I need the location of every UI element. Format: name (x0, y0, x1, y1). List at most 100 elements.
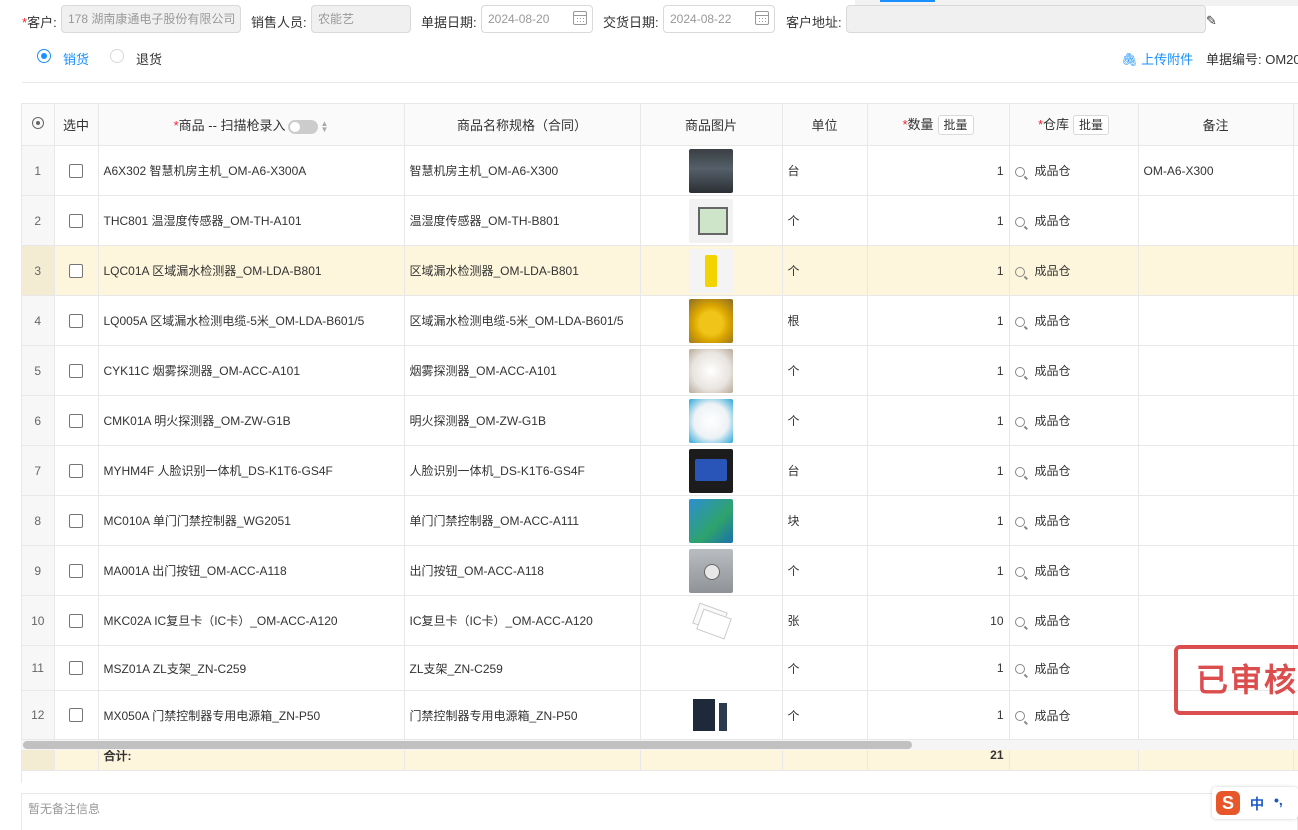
qty-cell[interactable]: 1 (867, 195, 1010, 246)
leak-detector-image[interactable] (689, 248, 733, 293)
unit-cell[interactable]: 个 (782, 690, 868, 740)
table-row[interactable]: 1 A6X302 智慧机房主机_OM-A6-X300A 智慧机房主机_OM-A6-X… (22, 145, 1298, 196)
spec-cell[interactable]: 烟雾探测器_OM-ACC-A101 (404, 345, 641, 396)
search-icon[interactable] (1014, 316, 1025, 327)
qty-cell[interactable]: 1 (867, 245, 1010, 296)
power-box-image[interactable] (689, 693, 733, 737)
ic-card-image[interactable] (689, 598, 733, 643)
qty-cell[interactable]: 1 (867, 690, 1010, 740)
qty-cell[interactable]: 1 (867, 445, 1010, 496)
remark-cell[interactable]: OM-A6-X300 (1138, 145, 1294, 196)
warehouse-cell[interactable]: 成品仓 (1009, 195, 1139, 246)
row-checkbox[interactable] (69, 313, 83, 328)
search-icon[interactable] (1014, 366, 1025, 377)
remark-cell[interactable] (1138, 495, 1294, 546)
address-field[interactable] (846, 5, 1206, 33)
unit-cell[interactable]: 张 (782, 595, 868, 646)
search-icon[interactable] (1014, 664, 1025, 675)
ime-mode[interactable]: 中 (1250, 794, 1264, 814)
row-checkbox[interactable] (69, 513, 83, 528)
table-row[interactable]: 5 CYK11C 烟雾探测器_OM-ACC-A101 烟雾探测器_OM-ACC-A1… (22, 345, 1298, 396)
qty-cell[interactable]: 1 (867, 495, 1010, 546)
qty-cell[interactable]: 1 (867, 395, 1010, 446)
controller-board-image[interactable] (689, 498, 733, 543)
customer-field[interactable]: 178 湖南康通电子股份有限公司 (61, 5, 241, 33)
remark-cell[interactable] (1138, 195, 1294, 246)
column-settings-icon[interactable] (22, 103, 55, 146)
unit-cell[interactable]: 台 (782, 145, 868, 196)
upload-attachment-link[interactable]: 🖇 上传附件 (1121, 49, 1193, 68)
table-row[interactable]: 4 LQ005A 区域漏水检测电缆-5米_OM-LDA-B601/5 区域漏水检测电… (22, 295, 1298, 346)
warehouse-cell[interactable]: 成品仓 (1009, 545, 1139, 596)
spec-cell[interactable]: 人脸识别一体机_DS-K1T6-GS4F (404, 445, 641, 496)
unit-cell[interactable]: 个 (782, 545, 868, 596)
product-cell[interactable]: CYK11C 烟雾探测器_OM-ACC-A101 (98, 345, 405, 396)
table-row[interactable]: 9 MA001A 出门按钮_OM-ACC-A118 出门按钮_OM-ACC-A118… (22, 545, 1298, 596)
warehouse-cell[interactable]: 成品仓 (1009, 690, 1139, 740)
qty-cell[interactable]: 1 (867, 145, 1010, 196)
search-icon[interactable] (1014, 466, 1025, 477)
qty-cell[interactable]: 1 (867, 295, 1010, 346)
sales-person-field[interactable]: 农能艺 (311, 5, 411, 33)
spec-cell[interactable]: 温湿度传感器_OM-TH-B801 (404, 195, 641, 246)
row-checkbox[interactable] (69, 708, 83, 723)
warehouse-cell[interactable]: 成品仓 (1009, 345, 1139, 396)
leak-cable-image[interactable] (689, 298, 733, 343)
delivery-date-field[interactable]: 2024-08-22 (663, 5, 775, 33)
table-row[interactable]: 6 CMK01A 明火探测器_OM-ZW-G1B 明火探测器_OM-ZW-G1B 个 1… (22, 395, 1298, 446)
table-row[interactable]: 10 MKC02A IC复旦卡（IC卡）_OM-ACC-A120 IC复旦卡（IC卡… (22, 595, 1298, 646)
spec-cell[interactable]: 明火探测器_OM-ZW-G1B (404, 395, 641, 446)
sale-radio[interactable] (37, 49, 51, 63)
search-icon[interactable] (1014, 616, 1025, 627)
unit-cell[interactable]: 个 (782, 195, 868, 246)
product-cell[interactable]: THC801 温湿度传感器_OM-TH-A101 (98, 195, 405, 246)
spec-cell[interactable]: 单门门禁控制器_OM-ACC-A111 (404, 495, 641, 546)
search-icon[interactable] (1014, 566, 1025, 577)
exit-button-image[interactable] (689, 548, 733, 593)
warehouse-cell[interactable]: 成品仓 (1009, 495, 1139, 546)
product-cell[interactable]: MC010A 单门门禁控制器_WG2051 (98, 495, 405, 546)
edit-icon[interactable]: ✎ (1206, 13, 1217, 29)
warehouse-cell[interactable]: 成品仓 (1009, 595, 1139, 646)
qty-cell[interactable]: 10 (867, 595, 1010, 646)
product-cell[interactable]: MX050A 门禁控制器专用电源箱_ZN-P50 (98, 690, 405, 740)
row-checkbox[interactable] (69, 613, 83, 628)
product-cell[interactable]: A6X302 智慧机房主机_OM-A6-X300A (98, 145, 405, 196)
remark-cell[interactable] (1138, 395, 1294, 446)
warehouse-cell[interactable]: 成品仓 (1009, 445, 1139, 496)
smoke-detector-image[interactable] (689, 348, 733, 393)
search-icon[interactable] (1014, 166, 1025, 177)
row-checkbox[interactable] (69, 263, 83, 278)
spec-cell[interactable]: 区域漏水检测器_OM-LDA-B801 (404, 245, 641, 296)
scrollbar-thumb[interactable] (23, 741, 912, 749)
product-cell[interactable]: MSZ01A ZL支架_ZN-C259 (98, 645, 405, 691)
unit-cell[interactable]: 块 (782, 495, 868, 546)
product-cell[interactable]: LQ005A 区域漏水检测电缆-5米_OM-LDA-B601/5 (98, 295, 405, 346)
remark-cell[interactable] (1138, 345, 1294, 396)
table-row[interactable]: 7 MYHM4F 人脸识别一体机_DS-K1T6-GS4F 人脸识别一体机_DS-K… (22, 445, 1298, 496)
search-icon[interactable] (1014, 216, 1025, 227)
spec-cell[interactable]: ZL支架_ZN-C259 (404, 645, 641, 691)
unit-cell[interactable]: 个 (782, 245, 868, 296)
col-product[interactable]: *商品 -- 扫描枪录入 ▲ ▼ (98, 103, 405, 146)
row-checkbox[interactable] (69, 213, 83, 228)
spec-cell[interactable]: 出门按钮_OM-ACC-A118 (404, 545, 641, 596)
spec-cell[interactable]: IC复旦卡（IC卡）_OM-ACC-A120 (404, 595, 641, 646)
product-cell[interactable]: MA001A 出门按钮_OM-ACC-A118 (98, 545, 405, 596)
remark-cell[interactable] (1138, 295, 1294, 346)
warehouse-cell[interactable]: 成品仓 (1009, 145, 1139, 196)
product-cell[interactable]: MKC02A IC复旦卡（IC卡）_OM-ACC-A120 (98, 595, 405, 646)
remark-cell[interactable] (1138, 595, 1294, 646)
table-row[interactable]: 12 MX050A 门禁控制器专用电源箱_ZN-P50 门禁控制器专用电源箱_ZN-… (22, 690, 1298, 740)
product-cell[interactable]: MYHM4F 人脸识别一体机_DS-K1T6-GS4F (98, 445, 405, 496)
unit-cell[interactable]: 根 (782, 295, 868, 346)
warehouse-batch-button[interactable]: 批量 (1073, 115, 1110, 135)
return-radio[interactable] (110, 49, 124, 63)
horizontal-scrollbar[interactable] (21, 740, 1298, 750)
row-checkbox[interactable] (69, 563, 83, 578)
warehouse-cell[interactable]: 成品仓 (1009, 245, 1139, 296)
server-host-image[interactable] (689, 148, 733, 193)
qty-batch-button[interactable]: 批量 (937, 115, 974, 135)
unit-cell[interactable]: 台 (782, 445, 868, 496)
qty-cell[interactable]: 1 (867, 345, 1010, 396)
